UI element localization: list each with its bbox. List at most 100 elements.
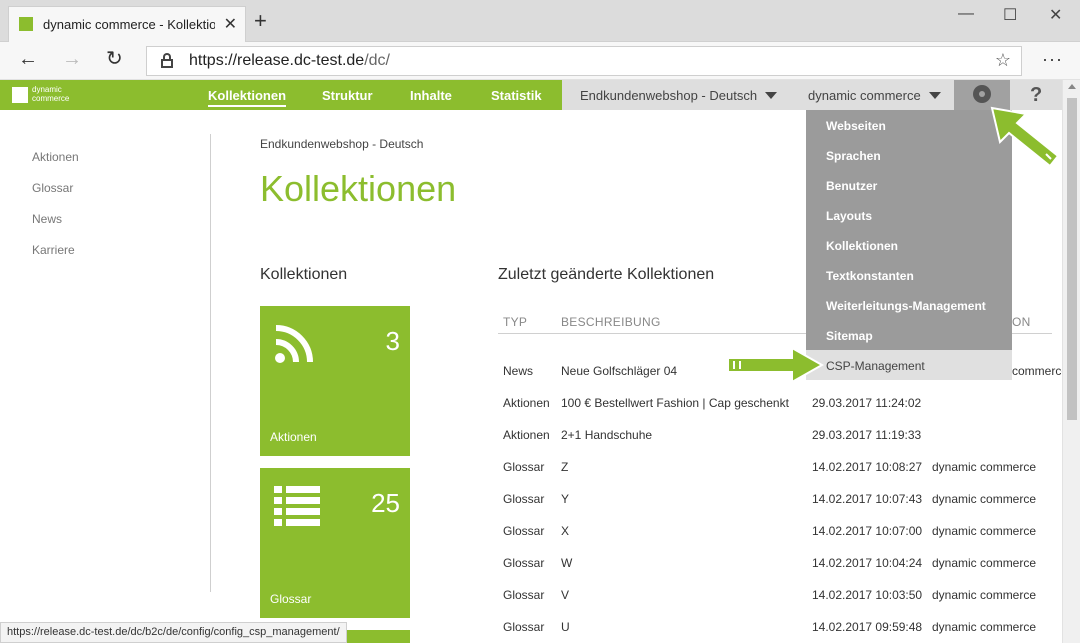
rss-icon [275, 325, 313, 363]
cell-typ: Glossar [503, 588, 545, 602]
forward-button[interactable]: → [62, 47, 82, 71]
logo-icon[interactable] [12, 87, 28, 103]
cell-beschreibung: W [561, 556, 573, 570]
cell-typ: Glossar [503, 620, 545, 634]
gear-icon [973, 85, 991, 103]
page-title: Kollektionen [260, 168, 457, 209]
scroll-thumb[interactable] [1067, 98, 1077, 420]
favorite-star-icon[interactable]: ☆ [995, 50, 1011, 71]
cell-datum: 14.02.2017 10:07:00 [812, 524, 923, 538]
cell-beschreibung: X [561, 524, 570, 538]
cell-autor: dynamic commerce [932, 492, 1037, 506]
menu-inhalte[interactable]: Inhalte [410, 88, 452, 103]
cell-autor: dynamic commerce [932, 620, 1037, 634]
dropdown-item-textkonstanten[interactable]: Textkonstanten [806, 260, 1012, 290]
cell-typ: Aktionen [503, 396, 550, 410]
cell-datum: 29.03.2017 11:24:02 [812, 396, 922, 410]
back-button[interactable]: ← [18, 47, 38, 71]
tab-title: dynamic commerce - Kollektione [43, 17, 215, 32]
tile-label: Aktionen [270, 430, 317, 444]
dropdown-item-csp-management[interactable]: CSP-Management [806, 350, 1012, 380]
dropdown-item-sprachen[interactable]: Sprachen [806, 140, 1012, 170]
menu-struktur[interactable]: Struktur [322, 88, 373, 103]
table-row[interactable]: Glossar X 14.02.2017 10:07:00 dynamic comme… [498, 524, 1058, 556]
list-icon [274, 486, 320, 526]
sidebar-item-glossar[interactable]: Glossar [32, 181, 73, 195]
url-text: https://release.dc-test.de/dc/ [189, 52, 390, 69]
shop-select[interactable]: Endkundenwebshop - Deutsch [580, 88, 778, 103]
menu-statistik[interactable]: Statistik [491, 88, 542, 103]
col-header-typ[interactable]: TYP [503, 315, 527, 329]
table-row[interactable]: Glossar U 14.02.2017 09:59:48 dynamic comme… [498, 620, 1058, 643]
cell-datum: 14.02.2017 10:03:50 [812, 588, 923, 602]
table-row[interactable]: Glossar Z 14.02.2017 10:08:27 dynamic comme… [498, 460, 1058, 492]
table-row[interactable]: Aktionen 2+1 Handschuhe 29.03.2017 11:19:3… [498, 428, 1058, 460]
browser-navbar: ← → ↻ https://release.dc-test.de/dc/ ☆ ·… [0, 42, 1080, 80]
cell-typ: Glossar [503, 556, 545, 570]
chevron-down-icon [928, 92, 941, 99]
cell-datum: 14.02.2017 10:04:24 [812, 556, 923, 570]
sidebar-divider [210, 134, 211, 592]
cell-datum: 14.02.2017 10:08:27 [812, 460, 923, 474]
dropdown-item-benutzer[interactable]: Benutzer [806, 170, 1012, 200]
cell-typ: Aktionen [503, 428, 550, 442]
dropdown-item-kollektionen[interactable]: Kollektionen [806, 230, 1012, 260]
chevron-down-icon [765, 92, 778, 99]
cell-beschreibung: Z [561, 460, 569, 474]
col-header-beschreibung[interactable]: BESCHREIBUNG [561, 315, 661, 329]
sidebar-item-karriere[interactable]: Karriere [32, 243, 75, 257]
scrollbar[interactable] [1062, 80, 1080, 643]
cell-datum: 14.02.2017 09:59:48 [812, 620, 923, 634]
pointer-arrow-icon [990, 106, 1060, 168]
cms-top-bar: dynamic commerce Kollektionen Struktur I… [0, 80, 1080, 110]
cell-typ: News [503, 364, 534, 378]
cell-beschreibung: 100 € Bestellwert Fashion | Cap geschenk… [561, 396, 789, 410]
refresh-button[interactable]: ↻ [106, 47, 123, 71]
cell-beschreibung: V [561, 588, 570, 602]
cell-autor: dynamic commerce [932, 524, 1037, 538]
tab-close-icon[interactable]: ✕ [224, 14, 237, 34]
company-select[interactable]: dynamic commerce [808, 88, 941, 103]
recent-heading: Zuletzt geänderte Kollektionen [498, 266, 715, 283]
cell-autor: dynamic commerce [932, 556, 1037, 570]
tile-count: 3 [385, 326, 400, 356]
settings-dropdown: Webseiten Sprachen Benutzer Layouts Koll… [806, 110, 1012, 380]
table-row[interactable]: Glossar Y 14.02.2017 10:07:43 dynamic comme… [498, 492, 1058, 524]
dropdown-item-weiterleitungs-management[interactable]: Weiterleitungs-Management [806, 290, 1012, 320]
minimize-button[interactable]: — [958, 5, 974, 23]
cell-beschreibung: Neue Golfschläger 04 [561, 364, 678, 378]
table-row[interactable]: Glossar V 14.02.2017 10:03:50 dynamic comme… [498, 588, 1058, 620]
dropdown-item-sitemap[interactable]: Sitemap [806, 320, 1012, 350]
tile-aktionen[interactable]: 3 Aktionen [260, 306, 410, 456]
dropdown-item-layouts[interactable]: Layouts [806, 200, 1012, 230]
cell-autor: dynamic commerce [932, 460, 1037, 474]
tile-glossar[interactable]: 25 Glossar [260, 468, 410, 618]
cell-datum: 14.02.2017 10:07:43 [812, 492, 923, 506]
favicon-icon [19, 17, 33, 31]
scroll-up-icon[interactable] [1068, 84, 1076, 89]
address-bar[interactable]: https://release.dc-test.de/dc/ ☆ [146, 46, 1022, 76]
table-row[interactable]: Glossar W 14.02.2017 10:04:24 dynamic comme… [498, 556, 1058, 588]
more-menu-button[interactable]: ··· [1042, 49, 1063, 70]
window-close-button[interactable]: ✕ [1049, 5, 1062, 25]
cell-beschreibung: Y [561, 492, 570, 506]
cell-typ: Glossar [503, 460, 545, 474]
browser-tabbar: dynamic commerce - Kollektione ✕ + — ☐ ✕ [0, 0, 1080, 42]
table-row[interactable]: Aktionen 100 € Bestellwert Fashion | Cap … [498, 396, 1058, 428]
status-bar-url: https://release.dc-test.de/dc/b2c/de/con… [0, 622, 347, 643]
breadcrumb: Endkundenwebshop - Deutsch [260, 137, 424, 151]
maximize-button[interactable]: ☐ [1003, 5, 1017, 25]
sidebar-item-news[interactable]: News [32, 212, 62, 226]
menu-kollektionen[interactable]: Kollektionen [208, 88, 287, 107]
new-tab-button[interactable]: + [254, 10, 267, 32]
cell-typ: Glossar [503, 492, 545, 506]
cell-beschreibung: U [561, 620, 570, 634]
cell-autor: dynamic commerce [932, 588, 1037, 602]
dropdown-item-webseiten[interactable]: Webseiten [806, 110, 1012, 140]
sidebar-item-aktionen[interactable]: Aktionen [32, 150, 79, 164]
cell-autor: commerce [1012, 364, 1069, 378]
browser-tab[interactable]: dynamic commerce - Kollektione ✕ [8, 6, 246, 42]
col-header-author[interactable]: ON [1012, 315, 1031, 329]
cell-typ: Glossar [503, 524, 545, 538]
cell-datum: 29.03.2017 11:19:33 [812, 428, 922, 442]
